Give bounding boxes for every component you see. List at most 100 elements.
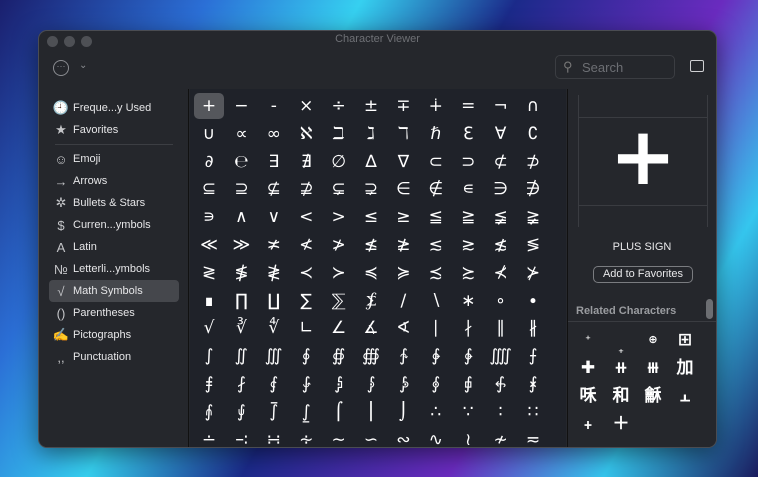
character-cell[interactable]: ∻ [291, 427, 321, 447]
chevron-down-icon[interactable]: ⌄ [79, 60, 87, 71]
character-cell[interactable]: ⨐ [259, 371, 289, 397]
character-cell[interactable]: ⨎ [194, 371, 224, 397]
character-cell[interactable]: ≴ [486, 232, 516, 258]
character-cell[interactable]: ⊂ [421, 149, 451, 175]
related-character[interactable]: 和 [606, 383, 636, 409]
related-scrollbar[interactable] [706, 299, 713, 319]
character-cell[interactable]: - [259, 93, 289, 119]
character-cell[interactable]: ÷ [324, 93, 354, 119]
character-cell[interactable]: ∼ [324, 427, 354, 447]
character-cell[interactable]: ∅ [324, 149, 354, 175]
character-cell[interactable]: ⊃ [453, 149, 483, 175]
character-cell[interactable]: ≹ [259, 260, 289, 286]
character-cell[interactable]: ⨛ [259, 399, 289, 425]
related-character[interactable]: ⁺ [573, 327, 603, 353]
character-cell[interactable]: ⊆ [194, 176, 224, 202]
character-cell[interactable]: ∈ [388, 176, 418, 202]
character-cell[interactable]: √ [194, 315, 224, 341]
add-to-favorites-button[interactable]: Add to Favorites [593, 266, 693, 283]
character-cell[interactable]: ∙ [518, 288, 548, 314]
sidebar-item-pictographs[interactable]: ✍ Pictographs [49, 324, 179, 346]
character-cell[interactable]: ∃ [259, 149, 289, 175]
sidebar-item-bullets-stars[interactable]: ✲ Bullets & Stars [49, 192, 179, 214]
character-cell[interactable]: ⨓ [356, 371, 386, 397]
character-cell[interactable]: ⊈ [259, 176, 289, 202]
character-cell[interactable]: ¬ [486, 93, 516, 119]
character-cell[interactable]: + [194, 93, 224, 119]
character-cell[interactable]: ⊁ [518, 260, 548, 286]
character-cell[interactable]: × [291, 93, 321, 119]
character-cell[interactable]: ∿ [421, 427, 451, 447]
character-cell[interactable]: ∛ [226, 315, 256, 341]
related-character[interactable]: ＋ [606, 411, 636, 437]
character-cell[interactable]: ⨗ [486, 371, 516, 397]
character-cell[interactable]: ∹ [226, 427, 256, 447]
character-cell[interactable]: ⊄ [486, 149, 516, 175]
sidebar-item-emoji[interactable]: ☺ Emoji [49, 148, 179, 170]
character-cell[interactable]: ∢ [388, 315, 418, 341]
character-cell[interactable]: ∠ [324, 315, 354, 341]
related-character[interactable]: ⫠ [670, 383, 700, 409]
character-cell[interactable]: ≸ [226, 260, 256, 286]
character-cell[interactable]: ∝ [226, 121, 256, 147]
character-cell[interactable]: ∵ [453, 399, 483, 425]
character-cell[interactable]: ≥ [388, 204, 418, 230]
character-cell[interactable]: ∸ [194, 427, 224, 447]
character-cell[interactable]: ∾ [388, 427, 418, 447]
related-character[interactable]: 龢 [638, 383, 668, 409]
character-cell[interactable]: ∽ [356, 427, 386, 447]
character-cell[interactable]: ≤ [356, 204, 386, 230]
character-cell[interactable]: ⊅ [518, 149, 548, 175]
character-cell[interactable]: ∞ [259, 121, 289, 147]
character-cell[interactable]: ∤ [453, 315, 483, 341]
character-cell[interactable]: ≳ [453, 232, 483, 258]
character-cell[interactable]: ≩ [518, 204, 548, 230]
character-cell[interactable]: ≭ [259, 232, 289, 258]
character-cell[interactable]: ⨖ [453, 371, 483, 397]
character-cell[interactable]: ≼ [356, 260, 386, 286]
character-cell[interactable]: ⨕ [421, 371, 451, 397]
related-character[interactable]: 加 [670, 355, 700, 381]
sidebar-item-curren-ymbols[interactable]: $ Curren...ymbols [49, 214, 179, 236]
character-cell[interactable]: ∕ [388, 288, 418, 314]
character-cell[interactable]: ∓ [388, 93, 418, 119]
character-cell[interactable]: ≪ [194, 232, 224, 258]
character-cell[interactable]: > [324, 204, 354, 230]
character-cell[interactable]: ⎮ [356, 399, 386, 425]
character-cell[interactable]: ≷ [194, 260, 224, 286]
character-cell[interactable]: ∄ [291, 149, 321, 175]
character-cell[interactable]: ∫ [194, 343, 224, 369]
character-cell[interactable]: ∣ [421, 315, 451, 341]
collapse-view-icon[interactable] [690, 60, 704, 72]
character-cell[interactable]: ℇ [453, 121, 483, 147]
character-cell[interactable]: ∟ [291, 315, 321, 341]
character-cell[interactable]: ≻ [324, 260, 354, 286]
character-cell[interactable]: ≶ [518, 232, 548, 258]
character-cell[interactable]: ∜ [259, 315, 289, 341]
character-cell[interactable]: ≂ [518, 427, 548, 447]
character-cell[interactable]: ∀ [486, 121, 516, 147]
character-cell[interactable]: ≧ [453, 204, 483, 230]
character-cell[interactable]: ∨ [259, 204, 289, 230]
character-cell[interactable]: ∆ [356, 149, 386, 175]
character-cell[interactable]: ⊇ [226, 176, 256, 202]
character-cell[interactable]: ∐ [259, 288, 289, 314]
character-cell[interactable]: ∗ [453, 288, 483, 314]
character-cell[interactable]: ℵ [291, 121, 321, 147]
character-cell[interactable]: ⅀ [324, 288, 354, 314]
character-cell[interactable]: ⨚ [226, 399, 256, 425]
character-cell[interactable]: ≫ [226, 232, 256, 258]
character-cell[interactable]: ∰ [356, 343, 386, 369]
character-cell[interactable]: ∬ [226, 343, 256, 369]
character-cell[interactable]: ℸ [388, 121, 418, 147]
sidebar-item-parentheses[interactable]: () Parentheses [49, 302, 179, 324]
character-cell[interactable]: ∇ [388, 149, 418, 175]
character-cell[interactable]: ∘ [486, 288, 516, 314]
sidebar-item-math-symbols[interactable]: √ Math Symbols [49, 280, 179, 302]
character-cell[interactable]: ∧ [226, 204, 256, 230]
character-cell[interactable]: ∶ [486, 399, 516, 425]
character-cell[interactable]: ≀ [453, 427, 483, 447]
character-cell[interactable]: ⊀ [486, 260, 516, 286]
character-cell[interactable]: ∍ [194, 204, 224, 230]
character-cell[interactable]: ℮ [226, 149, 256, 175]
